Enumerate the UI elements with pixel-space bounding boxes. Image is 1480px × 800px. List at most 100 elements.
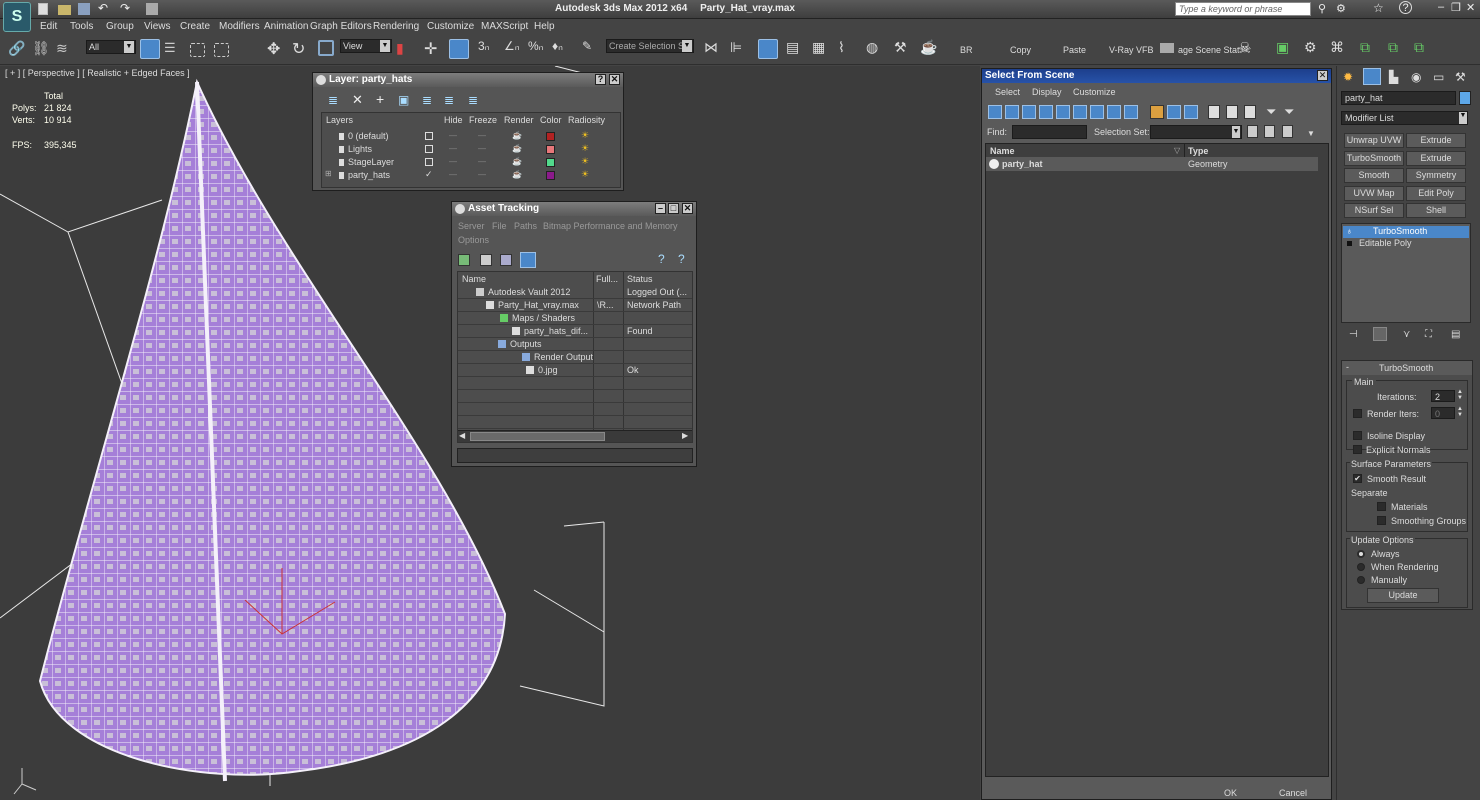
- save-file-icon[interactable]: [78, 3, 90, 15]
- modifier-button[interactable]: Shell: [1406, 203, 1466, 218]
- sfs-row-selected[interactable]: party_hat Geometry: [986, 157, 1318, 171]
- display-tab-icon[interactable]: ▭: [1433, 70, 1444, 84]
- always-radio[interactable]: [1357, 550, 1365, 558]
- paste-button[interactable]: Paste: [1063, 45, 1086, 55]
- menu-animation[interactable]: Animation: [264, 21, 308, 32]
- render-iters-spinner[interactable]: 0: [1431, 407, 1455, 419]
- hide-all-layers-icon[interactable]: ≣: [444, 93, 454, 107]
- toggle-scene-explorer-icon[interactable]: [758, 39, 778, 59]
- render-iters-checkbox[interactable]: [1353, 409, 1362, 418]
- hide-toggle[interactable]: —: [449, 157, 457, 166]
- modifier-button[interactable]: Unwrap UVW: [1344, 133, 1404, 148]
- freeze-toggle[interactable]: —: [478, 170, 486, 179]
- render-frame-icon[interactable]: ☕: [920, 39, 940, 59]
- freeze-all-layers-icon[interactable]: ≣: [468, 93, 478, 107]
- select-and-scale-icon[interactable]: [318, 40, 334, 56]
- select-and-link-icon[interactable]: 🔗: [8, 40, 28, 60]
- project-folder-icon[interactable]: [146, 3, 158, 15]
- modifier-button[interactable]: Edit Poly: [1406, 185, 1466, 201]
- layer-color-swatch[interactable]: [546, 145, 555, 154]
- render-region-icon[interactable]: ▣: [1276, 39, 1296, 59]
- new-file-icon[interactable]: [38, 3, 48, 15]
- modifier-button[interactable]: Extrude: [1406, 150, 1466, 166]
- sfs-menu-select[interactable]: Select: [995, 87, 1020, 97]
- asset-menu-bitmap[interactable]: Bitmap Performance and Memory: [543, 221, 678, 231]
- layer-dialog-close-icon[interactable]: ✕: [609, 74, 620, 85]
- display-none-icon[interactable]: [1167, 105, 1181, 119]
- isoline-display-checkbox[interactable]: [1353, 431, 1362, 440]
- sfs-menu-arrow-icon[interactable]: ▼: [1307, 129, 1315, 138]
- unlink-icon[interactable]: ⛓: [32, 40, 52, 60]
- reference-coordinate-dropdown[interactable]: View ▼: [340, 39, 392, 53]
- render-teapot-icon[interactable]: ☕: [512, 157, 522, 166]
- create-tab-icon[interactable]: ✹: [1343, 70, 1353, 84]
- freeze-toggle[interactable]: —: [478, 131, 486, 140]
- layer-name[interactable]: party_hats: [348, 170, 390, 180]
- sfs-col-type[interactable]: Type: [1188, 146, 1208, 156]
- use-pivot-icon[interactable]: ▮: [396, 40, 416, 60]
- current-layer-box[interactable]: [425, 158, 433, 166]
- keyboard-shortcut-override-icon[interactable]: [449, 39, 469, 59]
- help-icon[interactable]: ?: [1399, 1, 1412, 14]
- modifier-button[interactable]: Smooth: [1344, 168, 1404, 183]
- menu-rendering[interactable]: Rendering: [373, 21, 419, 32]
- select-object-icon[interactable]: [140, 39, 160, 59]
- asset-tracking-dialog[interactable]: Asset Tracking – □ ✕ Server File Paths B…: [451, 201, 697, 467]
- layer-row[interactable]: StageLayer — — ☕ ☀: [322, 156, 620, 169]
- current-layer-box[interactable]: [425, 145, 433, 153]
- favorites-star-icon[interactable]: ☆: [1373, 1, 1384, 15]
- hierarchy-tab-icon[interactable]: ▙: [1389, 70, 1398, 84]
- mirror-icon[interactable]: ⋈: [704, 39, 724, 59]
- asset-row[interactable]: 0.jpg Ok: [458, 364, 692, 377]
- col-hide[interactable]: Hide: [444, 115, 463, 125]
- layer-dialog[interactable]: Layer: party_hats ? ✕ ≣ ✕ + ▣ ≣ ≣ ≣ Laye…: [312, 72, 624, 191]
- sfs-ok-button[interactable]: OK: [1224, 788, 1237, 798]
- asset-hscrollbar[interactable]: ◀ ▶: [458, 430, 692, 442]
- edit-named-selection-icon[interactable]: ✎: [582, 39, 602, 59]
- highlight-layer-icon[interactable]: ≣: [422, 93, 432, 107]
- asset-tracking-close-icon[interactable]: ✕: [682, 203, 693, 214]
- layer-manager-icon[interactable]: ▤: [786, 39, 806, 59]
- menu-modifiers[interactable]: Modifiers: [219, 21, 260, 32]
- menu-group[interactable]: Group: [106, 21, 134, 32]
- scroll-right-icon[interactable]: ▶: [682, 431, 688, 440]
- scene-states-icon[interactable]: [1160, 43, 1174, 53]
- asset-menu-server[interactable]: Server: [458, 221, 485, 231]
- render-setup-icon[interactable]: ⚒: [894, 39, 914, 59]
- select-by-name-icon[interactable]: ☰: [164, 40, 184, 60]
- menu-customize[interactable]: Customize: [427, 21, 474, 32]
- minimize-window-icon[interactable]: –: [1438, 1, 1444, 13]
- sfs-col-name[interactable]: Name: [990, 146, 1015, 156]
- stack-item-editable-poly[interactable]: Editable Poly: [1343, 238, 1469, 250]
- display-xrefs-icon[interactable]: [1107, 105, 1121, 119]
- named-selection-dropdown[interactable]: Create Selection Se ▼: [606, 39, 694, 53]
- menu-help[interactable]: Help: [534, 21, 555, 32]
- modifier-button[interactable]: NSurf Sel: [1344, 203, 1404, 218]
- smoothing-groups-checkbox[interactable]: [1377, 516, 1386, 525]
- select-manipulate-icon[interactable]: ✛: [424, 39, 444, 59]
- delete-layer-icon[interactable]: ✕: [352, 92, 363, 108]
- sfs-selset-icon1[interactable]: [1247, 125, 1258, 138]
- render-object-icon[interactable]: ⌘: [1330, 39, 1350, 59]
- menu-create[interactable]: Create: [180, 21, 210, 32]
- spinner-snap-icon[interactable]: ♦ₙ: [552, 39, 572, 59]
- asset-path-field[interactable]: [457, 448, 693, 463]
- select-from-scene-close-icon[interactable]: ✕: [1317, 70, 1328, 81]
- angle-snap-icon[interactable]: ∠ₙ: [504, 39, 524, 59]
- menu-graph-editors[interactable]: Graph Editors: [310, 21, 372, 32]
- redo-icon[interactable]: ↷: [120, 1, 130, 15]
- modifier-list-arrow-icon[interactable]: ▼: [1459, 112, 1467, 124]
- display-groups-icon[interactable]: [1090, 105, 1104, 119]
- smooth-result-checkbox[interactable]: ✔: [1353, 474, 1362, 483]
- scroll-left-icon[interactable]: ◀: [459, 431, 465, 440]
- sfs-selset-dropdown[interactable]: ▼: [1150, 125, 1242, 139]
- object-color-swatch[interactable]: [1459, 91, 1471, 105]
- col-freeze[interactable]: Freeze: [469, 115, 497, 125]
- filter-options-icon[interactable]: ⏷: [1284, 104, 1294, 120]
- align-icon[interactable]: ⊫: [730, 39, 750, 59]
- col-render[interactable]: Render: [504, 115, 534, 125]
- display-bones-icon[interactable]: [1124, 105, 1138, 119]
- skull-icon[interactable]: ☠: [1238, 39, 1258, 59]
- remove-modifier-icon[interactable]: ⛶: [1425, 329, 1432, 340]
- bind-space-warp-icon[interactable]: ≋: [56, 40, 76, 60]
